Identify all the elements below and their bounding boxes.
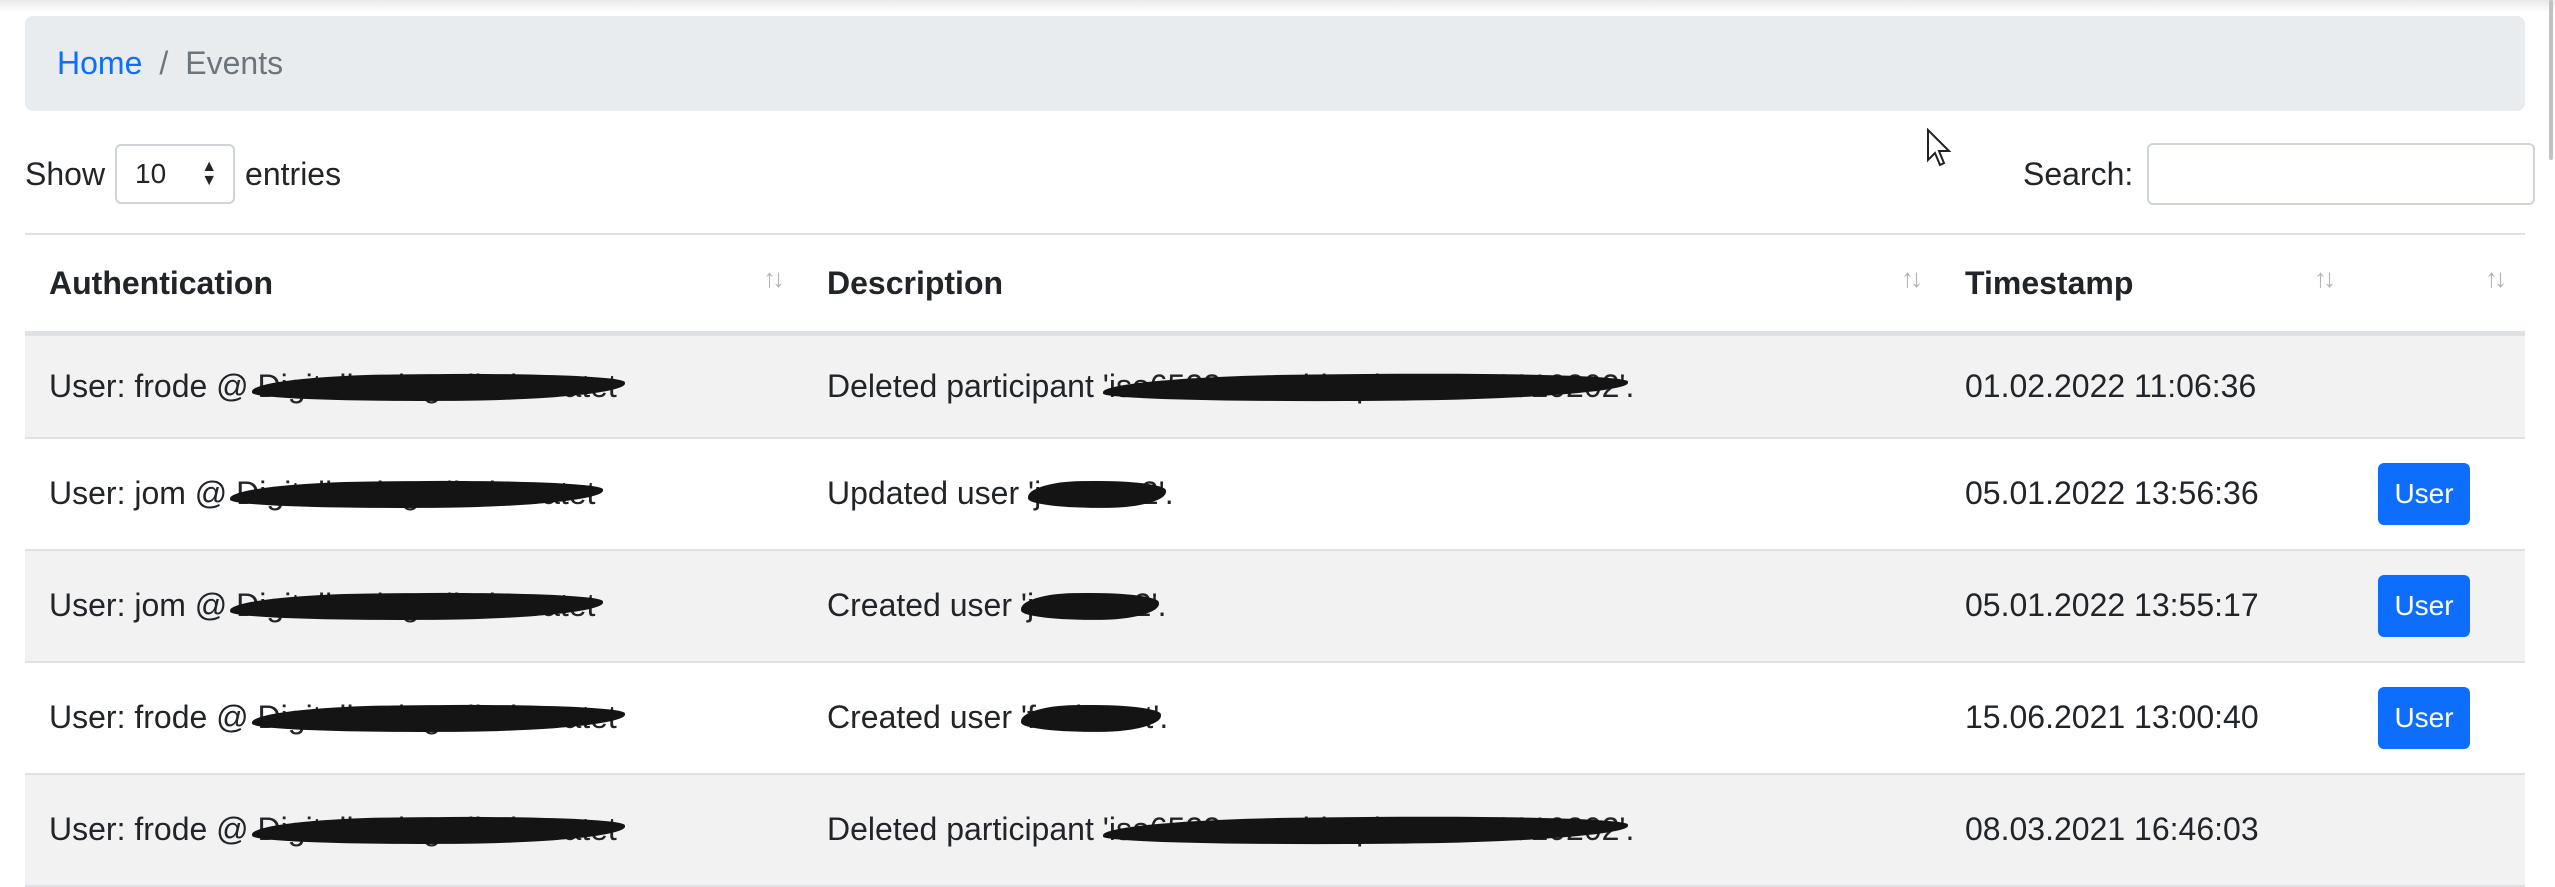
table-row: User: frode @ Digitaliseringsdirektorate… — [25, 333, 2525, 439]
redacted-username: jm-user2 — [1020, 587, 1160, 624]
timestamp-cell: 01.02.2022 11:06:36 — [1941, 333, 2354, 439]
table-row: User: frode @ Digitaliseringsdirektorate… — [25, 661, 2525, 775]
sort-icon: ↑↓ — [2314, 263, 2336, 293]
sort-icon: ↑↓ — [763, 263, 785, 293]
breadcrumb-current: Events — [185, 45, 284, 81]
user-button[interactable]: User — [2378, 686, 2470, 749]
description-cell: Created user 'jm-user2'. — [803, 549, 1941, 663]
entries-select-value: 10 — [135, 158, 167, 189]
redacted-username: jm-user2 — [1027, 475, 1167, 512]
action-cell — [2354, 773, 2525, 887]
entries-length-control: Show 10 ▲ ▼ entries — [25, 143, 341, 205]
sort-icon: ↑↓ — [2485, 263, 2507, 293]
search-input[interactable] — [2147, 143, 2536, 205]
description-cell: Created user 'froderest'. — [803, 661, 1941, 775]
search-control: Search: — [2023, 143, 2536, 205]
entries-select[interactable]: 10 ▲ ▼ — [115, 144, 236, 204]
select-arrows-icon: ▲ ▼ — [201, 158, 218, 189]
timestamp-cell: 08.03.2021 16:46:03 — [1941, 773, 2354, 887]
redacted-identifier: iso6523-actorid-upis::0192:9910202 — [1102, 811, 1628, 848]
breadcrumb-home-link[interactable]: Home — [57, 45, 142, 82]
redacted-identifier: iso6523-actorid-upis::0192:9910202 — [1102, 368, 1628, 405]
show-label: Show — [25, 155, 106, 192]
table-row: User: jom @ Digitaliseringsdirektoratet … — [25, 549, 2525, 663]
authentication-cell: User: frode @ Digitaliseringsdirektorate… — [25, 773, 803, 887]
column-header-description[interactable]: Description ↑↓ — [803, 234, 1941, 334]
action-cell: User — [2354, 437, 2525, 551]
action-cell: User — [2354, 661, 2525, 775]
breadcrumb: Home / Events — [25, 16, 2525, 111]
mouse-cursor-icon — [1927, 128, 1952, 167]
authentication-cell: User: frode @ Digitaliseringsdirektorate… — [25, 661, 803, 775]
action-cell: User — [2354, 549, 2525, 663]
authentication-cell: User: jom @ Digitaliseringsdirektoratet — [25, 437, 803, 551]
description-cell: Updated user 'jm-user2'. — [803, 437, 1941, 551]
redacted-organization: Digitaliseringsdirektoratet — [230, 587, 604, 624]
search-label: Search: — [2023, 155, 2134, 192]
timestamp-cell: 05.01.2022 13:56:36 — [1941, 437, 2354, 551]
column-header-timestamp[interactable]: Timestamp ↑↓ — [1941, 234, 2354, 334]
table-row: User: jom @ Digitaliseringsdirektoratet … — [25, 437, 2525, 551]
breadcrumb-separator: / — [159, 45, 169, 81]
events-table: Authentication ↑↓ Description ↑↓ Timestamp… — [25, 233, 2525, 887]
authentication-cell: User: frode @ Digitaliseringsdirektorate… — [25, 333, 803, 439]
timestamp-cell: 05.01.2022 13:55:17 — [1941, 549, 2354, 663]
column-header-authentication[interactable]: Authentication ↑↓ — [25, 234, 803, 334]
table-header-row: Authentication ↑↓ Description ↑↓ Timestamp… — [25, 234, 2525, 334]
top-shadow — [0, 0, 2555, 12]
entries-label: entries — [245, 155, 342, 192]
redacted-organization: Digitaliseringsdirektoratet — [230, 475, 604, 512]
description-cell: Deleted participant 'iso6523-actorid-upi… — [803, 773, 1941, 887]
page-scrollbar[interactable] — [2549, 0, 2553, 160]
timestamp-cell: 15.06.2021 13:00:40 — [1941, 661, 2354, 775]
action-cell — [2354, 333, 2525, 439]
description-cell: Deleted participant 'iso6523-actorid-upi… — [803, 333, 1941, 439]
column-header-actions[interactable]: ↑↓ — [2354, 234, 2525, 334]
redacted-organization: Digitaliseringsdirektoratet — [251, 368, 625, 405]
user-button[interactable]: User — [2378, 574, 2470, 637]
table-row: User: frode @ Digitaliseringsdirektorate… — [25, 773, 2525, 887]
user-button[interactable]: User — [2378, 462, 2470, 525]
authentication-cell: User: jom @ Digitaliseringsdirektoratet — [25, 549, 803, 663]
redacted-organization: Digitaliseringsdirektoratet — [251, 811, 625, 848]
events-table-wrapper: Authentication ↑↓ Description ↑↓ Timestamp… — [25, 233, 2525, 887]
redacted-username: froderest — [1020, 699, 1162, 736]
redacted-organization: Digitaliseringsdirektoratet — [251, 699, 625, 736]
sort-icon: ↑↓ — [1901, 263, 1923, 293]
